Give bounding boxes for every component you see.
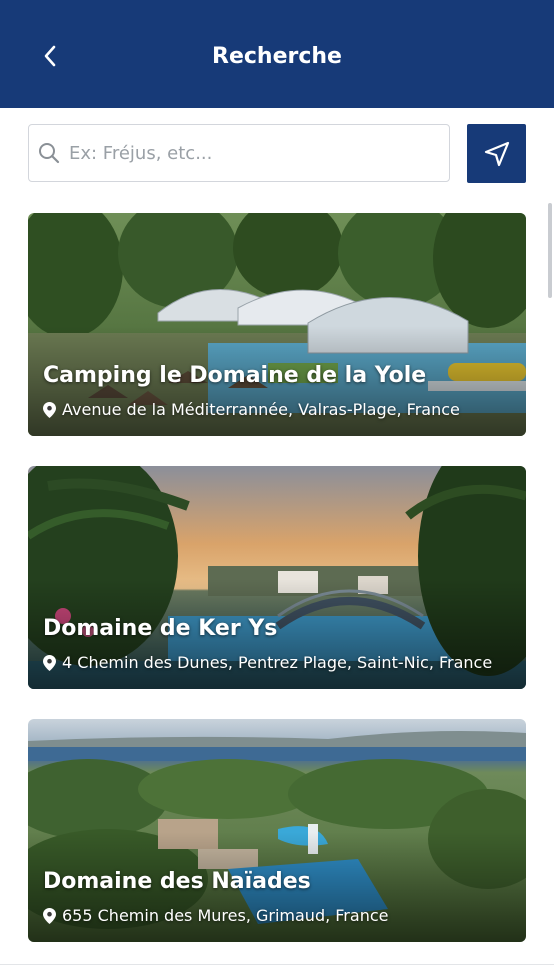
campsite-card[interactable]: Camping le Domaine de la Yole Avenue de … <box>28 213 526 436</box>
campsite-name: Domaine des Naïades <box>43 869 311 894</box>
address-text: 4 Chemin des Dunes, Pentrez Plage, Saint… <box>62 653 493 672</box>
location-pin-icon <box>43 401 56 418</box>
campsite-card[interactable]: Domaine des Naïades 655 Chemin des Mures… <box>28 719 526 942</box>
app-header: Recherche <box>0 0 554 108</box>
locate-me-button[interactable] <box>467 124 526 183</box>
campsite-address: 655 Chemin des Mures, Grimaud, France <box>43 906 388 925</box>
address-text: 655 Chemin des Mures, Grimaud, France <box>62 906 389 925</box>
scrollbar[interactable] <box>548 203 552 298</box>
campsite-card[interactable]: Domaine de Ker Ys 4 Chemin des Dunes, Pe… <box>28 466 526 689</box>
location-pin-icon <box>43 907 56 924</box>
search-input[interactable] <box>67 132 449 174</box>
location-pin-icon <box>43 654 56 671</box>
navigation-arrow-icon <box>484 141 509 166</box>
search-icon <box>35 139 63 167</box>
page-title: Recherche <box>212 44 342 69</box>
campsite-name: Camping le Domaine de la Yole <box>43 363 427 388</box>
divider <box>0 964 554 965</box>
campsite-name: Domaine de Ker Ys <box>43 616 278 641</box>
search-field[interactable] <box>28 124 450 182</box>
campsite-address: 4 Chemin des Dunes, Pentrez Plage, Saint… <box>43 653 492 672</box>
campsite-address: Avenue de la Méditerrannée, Valras-Plage… <box>43 400 460 419</box>
address-text: Avenue de la Méditerrannée, Valras-Plage… <box>62 400 460 419</box>
